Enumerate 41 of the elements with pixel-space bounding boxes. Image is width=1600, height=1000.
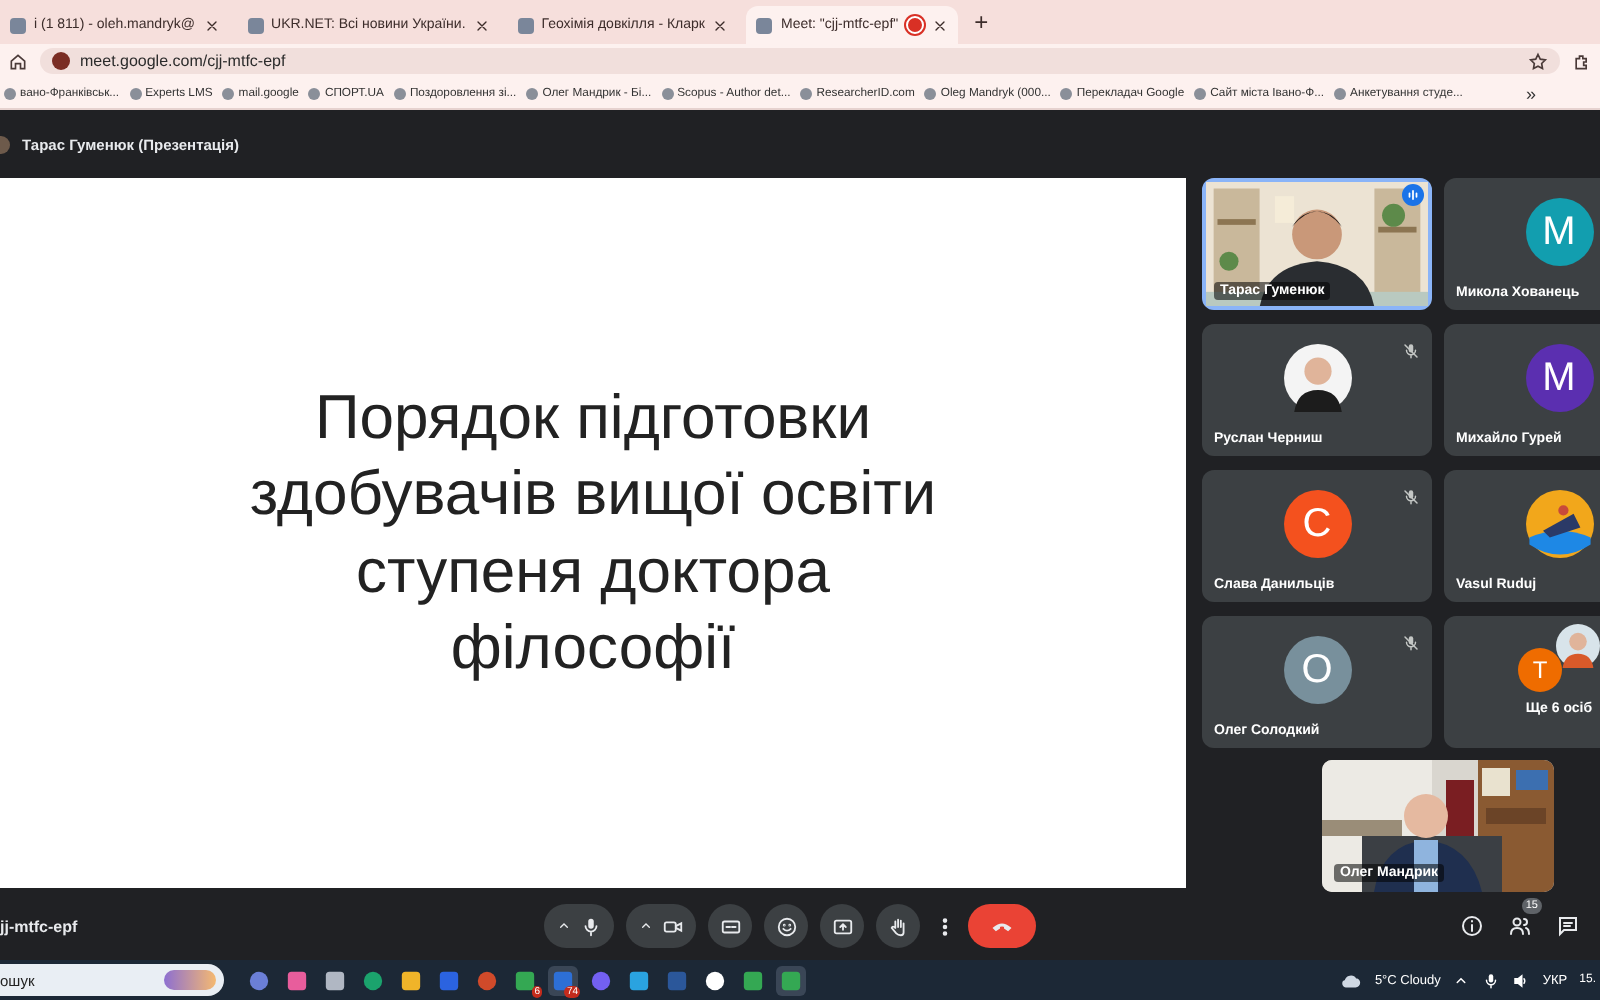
- close-icon[interactable]: [203, 17, 220, 33]
- present-button[interactable]: [820, 904, 864, 948]
- muted-mic-icon: [1402, 342, 1420, 360]
- address-bar[interactable]: meet.google.com/cjj-mtfc-epf: [40, 48, 1560, 74]
- microphone-button[interactable]: [544, 904, 614, 948]
- people-icon[interactable]: [1508, 914, 1532, 938]
- avatar-initial: M: [1525, 198, 1593, 266]
- close-icon[interactable]: [932, 17, 949, 33]
- muted-mic-icon: [1402, 488, 1420, 506]
- star-icon[interactable]: [1528, 51, 1548, 71]
- close-icon[interactable]: [712, 17, 729, 33]
- meeting-code: jj-mtfc-epf: [0, 917, 78, 935]
- captions-icon[interactable]: [719, 915, 741, 937]
- avatar-initial: T: [1518, 648, 1562, 692]
- close-icon[interactable]: [473, 17, 490, 33]
- leave-call-button[interactable]: [968, 904, 1036, 948]
- raise-hand-button[interactable]: [876, 904, 920, 948]
- reactions-button[interactable]: [764, 904, 808, 948]
- camera-button[interactable]: [626, 904, 696, 948]
- home-icon[interactable]: [8, 51, 28, 71]
- avatar-initial: O: [1283, 636, 1351, 704]
- microphone-icon[interactable]: [1482, 971, 1501, 989]
- speaker-icon[interactable]: [1512, 971, 1531, 989]
- microphone-icon[interactable]: [580, 915, 602, 937]
- extensions-icon[interactable]: [1572, 51, 1592, 71]
- chat-icon[interactable]: [1556, 914, 1580, 938]
- avatar-initial: M: [1525, 344, 1593, 412]
- present-screen-icon[interactable]: [831, 915, 853, 937]
- search-highlight-icon: [164, 970, 216, 990]
- smiley-icon[interactable]: [775, 915, 797, 937]
- hand-icon[interactable]: [887, 915, 909, 937]
- site-info-icon[interactable]: [52, 52, 70, 70]
- new-tab-button[interactable]: +: [966, 8, 997, 36]
- caret-icon[interactable]: [556, 918, 572, 934]
- muted-mic-icon: [1402, 634, 1420, 652]
- more-bookmarks-button[interactable]: »: [1525, 83, 1596, 103]
- captions-button[interactable]: [708, 904, 752, 948]
- avatar-initial: C: [1283, 490, 1351, 558]
- caret-icon[interactable]: [638, 918, 654, 934]
- slide-title: Порядок підготовки здобувачів вищої освіти ступеня доктора філософії: [249, 379, 937, 686]
- info-icon[interactable]: [1460, 914, 1484, 938]
